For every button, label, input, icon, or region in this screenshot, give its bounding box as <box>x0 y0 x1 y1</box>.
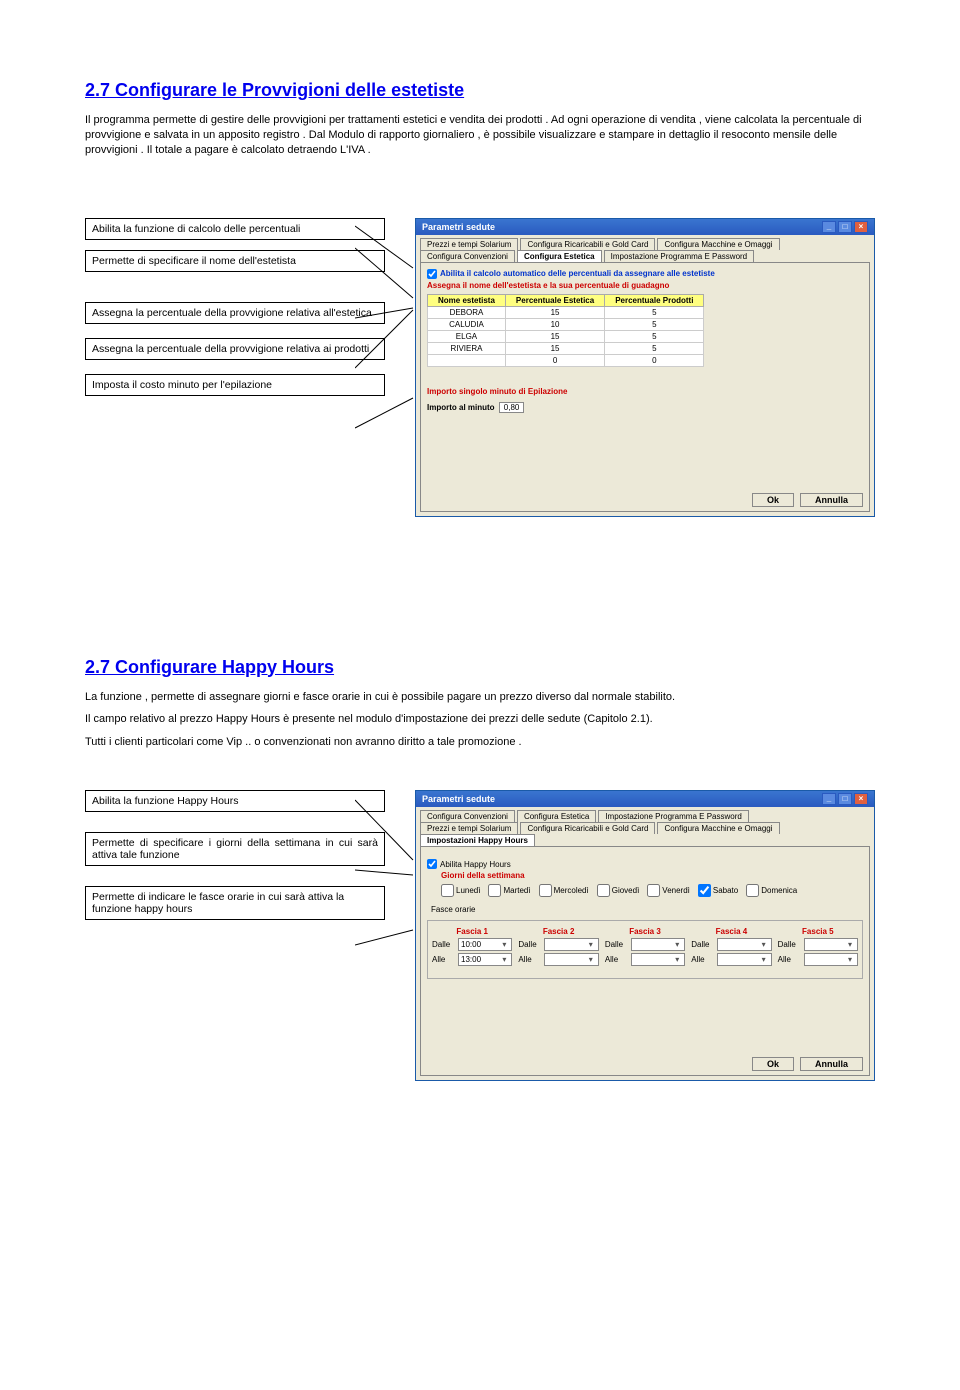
red-instruction: Assegna il nome dell'estetista e la sua … <box>427 281 863 290</box>
callout-abilita-hh: Abilita la funzione Happy Hours <box>85 790 385 812</box>
days-row: Lunedì Martedì Mercoledì Giovedì Venerdì… <box>441 884 863 897</box>
callout-percentuale-estetica: Assegna la percentuale della provvigione… <box>85 302 385 324</box>
day-martedi[interactable] <box>488 884 501 897</box>
chevron-down-icon: ▾ <box>586 940 596 949</box>
tab-prezzi-solarium[interactable]: Prezzi e tempi Solarium <box>420 822 518 834</box>
fascia4-alle[interactable]: ▾ <box>717 953 771 966</box>
window-parametri-sedute: Parametri sedute _ □ × Prezzi e tempi So… <box>415 218 875 517</box>
checkbox-hh-label: Abilita Happy Hours <box>440 860 511 869</box>
tab-ricaricabili[interactable]: Configura Ricaricabili e Gold Card <box>520 822 655 834</box>
fascia2-header: Fascia 2 <box>518 927 598 936</box>
day-mercoledi[interactable] <box>539 884 552 897</box>
callouts-left-hh: Abilita la funzione Happy Hours Permette… <box>85 790 385 934</box>
tab-impostazione-programma[interactable]: Impostazione Programma E Password <box>604 250 755 262</box>
th-estetica: Percentuale Estetica <box>505 294 604 306</box>
callout-costo-minuto: Imposta il costo minuto per l'epilazione <box>85 374 385 396</box>
table-row: CALUDIA105 <box>428 318 704 330</box>
ok-button[interactable]: Ok <box>752 1057 794 1071</box>
fasce-label: Fasce orarie <box>431 905 863 914</box>
window-title: Parametri sedute <box>422 222 495 232</box>
minimize-icon[interactable]: _ <box>822 793 836 805</box>
chevron-down-icon: ▾ <box>672 940 682 949</box>
th-prodotti: Percentuale Prodotti <box>605 294 704 306</box>
hh-para1: La funzione , permette di assegnare gior… <box>85 690 875 705</box>
fascia2-dalle[interactable]: ▾ <box>544 938 598 951</box>
close-icon[interactable]: × <box>854 793 868 805</box>
th-nome: Nome estetista <box>428 294 506 306</box>
maximize-icon[interactable]: □ <box>838 793 852 805</box>
tab-macchine-omaggi[interactable]: Configura Macchine e Omaggi <box>657 822 779 834</box>
importo-input[interactable]: 0,80 <box>499 402 525 413</box>
hh-para3: Tutti i clienti particolari come Vip .. … <box>85 735 875 750</box>
tab-convenzioni[interactable]: Configura Convenzioni <box>420 810 515 822</box>
importo-title: Importo singolo minuto di Epilazione <box>427 387 863 396</box>
callout-nome-estetista: Permette di specificare il nome dell'est… <box>85 250 385 272</box>
tab-impostazione-programma[interactable]: Impostazione Programma E Password <box>598 810 749 822</box>
fascia2-alle[interactable]: ▾ <box>544 953 598 966</box>
tab-prezzi-solarium[interactable]: Prezzi e tempi Solarium <box>420 238 518 250</box>
checkbox-abilita-hh[interactable] <box>427 859 437 869</box>
day-domenica[interactable] <box>746 884 759 897</box>
fascia5-dalle[interactable]: ▾ <box>804 938 858 951</box>
fascia3-alle[interactable]: ▾ <box>631 953 685 966</box>
callout-fasce-orarie: Permette di indicare le fasce orarie in … <box>85 886 385 920</box>
tab-macchine-omaggi[interactable]: Configura Macchine e Omaggi <box>657 238 779 250</box>
chevron-down-icon: ▾ <box>759 955 769 964</box>
chevron-down-icon: ▾ <box>586 955 596 964</box>
day-sabato[interactable] <box>698 884 711 897</box>
tab-estetica[interactable]: Configura Estetica <box>517 810 596 822</box>
table-row: RIVIERA155 <box>428 342 704 354</box>
tab-convenzioni[interactable]: Configura Convenzioni <box>420 250 515 262</box>
chevron-down-icon: ▾ <box>845 955 855 964</box>
fascia1-alle[interactable]: 13:00▾ <box>458 953 512 966</box>
section-provvigioni: 2.7 Configurare le Provvigioni delle est… <box>85 80 875 517</box>
heading-provvigioni: 2.7 Configurare le Provvigioni delle est… <box>85 80 875 101</box>
titlebar[interactable]: Parametri sedute _ □ × <box>416 219 874 235</box>
chevron-down-icon: ▾ <box>499 940 509 949</box>
fascia4-dalle[interactable]: ▾ <box>717 938 771 951</box>
callouts-left: Abilita la funzione di calcolo delle per… <box>85 218 385 410</box>
close-icon[interactable]: × <box>854 221 868 233</box>
chevron-down-icon: ▾ <box>499 955 509 964</box>
section-happy-hours: 2.7 Configurare Happy Hours La funzione … <box>85 657 875 1082</box>
callout-abilita-percentuali: Abilita la funzione di calcolo delle per… <box>85 218 385 240</box>
day-venerdi[interactable] <box>647 884 660 897</box>
table-estetiste: Nome estetista Percentuale Estetica Perc… <box>427 294 704 367</box>
chevron-down-icon: ▾ <box>672 955 682 964</box>
checkbox-abilita-calcolo[interactable] <box>427 269 437 279</box>
tab-ricaricabili[interactable]: Configura Ricaricabili e Gold Card <box>520 238 655 250</box>
callout-percentuale-prodotti: Assegna la percentuale della provvigione… <box>85 338 385 360</box>
fascia3-header: Fascia 3 <box>605 927 685 936</box>
hh-para2: Il campo relativo al prezzo Happy Hours … <box>85 712 875 727</box>
fascia4-header: Fascia 4 <box>691 927 771 936</box>
maximize-icon[interactable]: □ <box>838 221 852 233</box>
day-giovedi[interactable] <box>597 884 610 897</box>
chevron-down-icon: ▾ <box>845 940 855 949</box>
minimize-icon[interactable]: _ <box>822 221 836 233</box>
window-title-hh: Parametri sedute <box>422 794 495 804</box>
heading-happy-hours: 2.7 Configurare Happy Hours <box>85 657 875 678</box>
callout-giorni-settimana: Permette di specificare i giorni della s… <box>85 832 385 866</box>
fascia5-header: Fascia 5 <box>778 927 858 936</box>
table-row: DEBORA155 <box>428 306 704 318</box>
fascia1-dalle[interactable]: 10:00▾ <box>458 938 512 951</box>
annulla-button[interactable]: Annulla <box>800 493 863 507</box>
importo-label: Importo al minuto <box>427 403 495 412</box>
day-lunedi[interactable] <box>441 884 454 897</box>
tab-estetica[interactable]: Configura Estetica <box>517 250 602 262</box>
table-row: 00 <box>428 354 704 366</box>
fascia5-alle[interactable]: ▾ <box>804 953 858 966</box>
intro-paragraph: Il programma permette di gestire delle p… <box>85 113 875 158</box>
fascia3-dalle[interactable]: ▾ <box>631 938 685 951</box>
giorni-label: Giorni della settimana <box>441 871 863 880</box>
fascia1-header: Fascia 1 <box>432 927 512 936</box>
ok-button[interactable]: Ok <box>752 493 794 507</box>
window-parametri-sedute-hh: Parametri sedute _ □ × Configura Convenz… <box>415 790 875 1081</box>
annulla-button[interactable]: Annulla <box>800 1057 863 1071</box>
table-row: ELGA155 <box>428 330 704 342</box>
titlebar-hh[interactable]: Parametri sedute _ □ × <box>416 791 874 807</box>
tab-happy-hours[interactable]: Impostazioni Happy Hours <box>420 834 535 846</box>
chevron-down-icon: ▾ <box>759 940 769 949</box>
checkbox-label: Abilita il calcolo automatico delle perc… <box>440 269 715 278</box>
